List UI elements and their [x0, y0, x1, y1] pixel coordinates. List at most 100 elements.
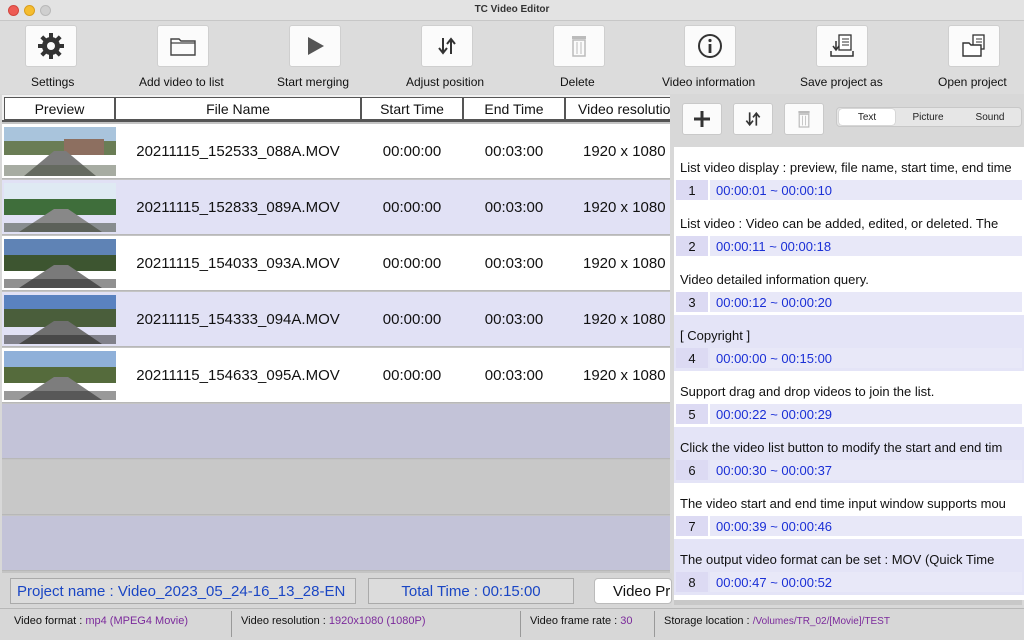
add-overlay-button[interactable]: [682, 103, 722, 135]
column-header-start-time[interactable]: Start Time: [361, 97, 463, 120]
list-item[interactable]: List video display : preview, file name,…: [674, 147, 1024, 203]
overlay-text: Support drag and drop videos to join the…: [680, 384, 935, 399]
video-thumbnail: [4, 351, 116, 400]
add-video-label: Add video to list: [139, 75, 224, 89]
add-video-button[interactable]: [157, 25, 209, 67]
start-time: 00:00:00: [382, 311, 442, 328]
overlay-text: The output video format can be set : MOV…: [680, 552, 995, 567]
settings-label: Settings: [31, 75, 75, 89]
video-resolution: 1920 x 1080: [583, 143, 666, 160]
open-project-button[interactable]: [948, 25, 1000, 67]
storage-location-label: Storage location :: [664, 615, 750, 627]
window-title: TC Video Editor: [474, 4, 550, 15]
file-name: 20211115_154033_093A.MOV: [136, 255, 340, 272]
overlay-index: 4: [676, 348, 708, 368]
list-item[interactable]: The video start and end time input windo…: [674, 483, 1024, 539]
overlay-index: 2: [676, 236, 708, 256]
overlay-text: List video : Video can be added, edited,…: [680, 216, 999, 231]
list-item[interactable]: List video : Video can be added, edited,…: [674, 203, 1024, 259]
table-row[interactable]: 20211115_154633_095A.MOV 00:00:00 00:03:…: [2, 348, 670, 403]
settings-button[interactable]: [25, 25, 77, 67]
frame-rate-value: 30: [620, 615, 633, 627]
storage-location-value: /Volumes/TR_02/[Movie]/TEST: [752, 616, 890, 627]
play-icon: [308, 37, 324, 55]
start-merging-button[interactable]: [289, 25, 341, 67]
overlay-time-range: 00:00:22 ~ 00:00:29: [710, 404, 1022, 424]
start-time: 00:00:00: [382, 255, 442, 272]
tab-picture[interactable]: Picture: [899, 109, 957, 125]
overlay-text: Click the video list button to modify th…: [680, 440, 1003, 455]
video-resolution-value: 1920x1080 (1080P): [328, 615, 426, 627]
end-time: 00:03:00: [484, 367, 544, 384]
video-preview-button[interactable]: Video Pr: [594, 578, 672, 604]
frame-rate-status: Video frame rate : 30: [530, 615, 633, 627]
start-time: 00:00:00: [382, 367, 442, 384]
save-project-button[interactable]: [816, 25, 868, 67]
overlay-time-range: 00:00:01 ~ 00:00:10: [710, 180, 1022, 200]
empty-row: [2, 404, 670, 459]
video-thumbnail: [4, 183, 116, 232]
file-name: 20211115_152833_089A.MOV: [136, 199, 340, 216]
plus-icon: [694, 111, 710, 127]
trash-icon: [572, 36, 586, 57]
overlay-index: 5: [676, 404, 708, 424]
list-item[interactable]: Click the video list button to modify th…: [674, 427, 1024, 483]
list-item[interactable]: [ Copyright ] 4 00:00:00 ~ 00:15:00: [674, 315, 1024, 371]
delete-label: Delete: [560, 75, 595, 89]
table-row[interactable]: 20211115_152533_088A.MOV 00:00:00 00:03:…: [2, 124, 670, 179]
title-bar: TC Video Editor: [0, 0, 1024, 21]
empty-row: [2, 516, 670, 571]
column-header-preview[interactable]: Preview: [4, 97, 115, 120]
overlay-list: List video display : preview, file name,…: [674, 147, 1024, 600]
video-thumbnail: [4, 295, 116, 344]
swap-arrows-icon: [745, 111, 761, 127]
open-project-label: Open project: [938, 75, 1007, 89]
overlay-time-range: 00:00:11 ~ 00:00:18: [710, 236, 1022, 256]
horizontal-scrollbar[interactable]: [674, 600, 1022, 605]
column-header-resolution[interactable]: Video resolutio: [565, 97, 670, 120]
table-row[interactable]: 20211115_154333_094A.MOV 00:00:00 00:03:…: [2, 292, 670, 347]
overlay-time-range: 00:00:00 ~ 00:15:00: [710, 348, 1022, 368]
trash-icon: [798, 111, 810, 128]
tab-sound[interactable]: Sound: [961, 109, 1019, 125]
video-format-value: mp4 (MPEG4 Movie): [85, 615, 189, 627]
end-time: 00:03:00: [484, 255, 544, 272]
video-thumbnail: [4, 127, 116, 176]
overlay-index: 3: [676, 292, 708, 312]
end-time: 00:03:00: [484, 143, 544, 160]
column-header-file-name[interactable]: File Name: [115, 97, 361, 120]
list-item[interactable]: The output video format can be set : MOV…: [674, 539, 1024, 595]
gear-icon: [38, 33, 64, 59]
adjust-overlay-position-button[interactable]: [733, 103, 773, 135]
overlay-time-range: 00:00:47 ~ 00:00:52: [710, 572, 1022, 592]
save-project-label: Save project as: [800, 75, 883, 89]
tab-text[interactable]: Text: [839, 109, 895, 125]
adjust-position-button[interactable]: [421, 25, 473, 67]
file-name: 20211115_152533_088A.MOV: [136, 143, 340, 160]
overlay-index: 1: [676, 180, 708, 200]
delete-button[interactable]: [553, 25, 605, 67]
overlay-text: Video detailed information query.: [680, 272, 869, 287]
start-merging-label: Start merging: [277, 75, 350, 89]
status-divider: [654, 611, 655, 637]
overlay-index: 8: [676, 572, 708, 592]
adjust-position-label: Adjust position: [406, 75, 485, 89]
overlay-toolbar: Text Picture Sound: [672, 95, 1024, 143]
table-row[interactable]: 20211115_152833_089A.MOV 00:00:00 00:03:…: [2, 180, 670, 235]
overlay-index: 6: [676, 460, 708, 480]
list-item[interactable]: Support drag and drop videos to join the…: [674, 371, 1024, 427]
column-header-end-time[interactable]: End Time: [463, 97, 565, 120]
list-item[interactable]: Video detailed information query. 3 00:0…: [674, 259, 1024, 315]
save-document-icon: [830, 34, 854, 57]
delete-overlay-button[interactable]: [784, 103, 824, 135]
overlay-text: The video start and end time input windo…: [680, 496, 1006, 511]
video-thumbnail: [4, 239, 116, 288]
overlay-text: [ Copyright ]: [680, 328, 751, 343]
table-row[interactable]: 20211115_154033_093A.MOV 00:00:00 00:03:…: [2, 236, 670, 291]
video-information-button[interactable]: [684, 25, 736, 67]
storage-location-status: Storage location : /Volumes/TR_02/[Movie…: [664, 615, 890, 627]
empty-row: [2, 460, 670, 515]
video-resolution: 1920 x 1080: [583, 367, 666, 384]
toolbar: Settings Add video to list Start merging…: [0, 21, 1024, 94]
video-resolution-label: Video resolution :: [241, 615, 326, 627]
